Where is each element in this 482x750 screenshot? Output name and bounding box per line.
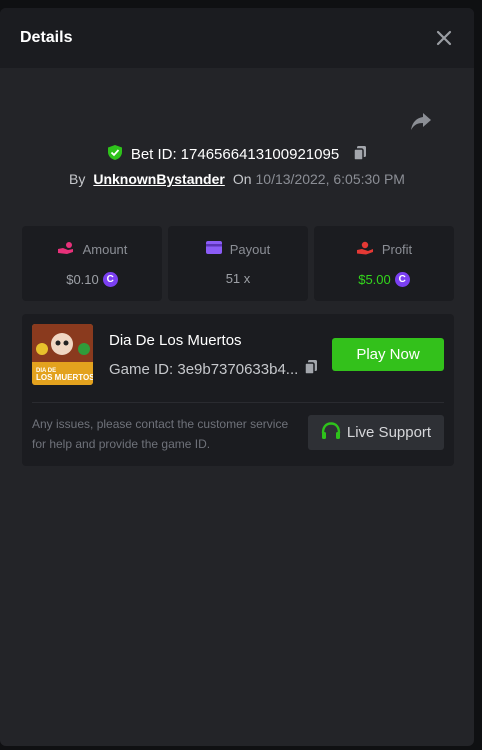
game-id: Game ID: 3e9b7370633b4... — [109, 360, 299, 378]
bet-meta-row: By UnknownBystander On 10/13/2022, 6:05:… — [0, 171, 474, 187]
modal-title: Details — [20, 29, 73, 46]
live-support-label: Live Support — [346, 424, 432, 441]
bet-date: 10/13/2022, 6:05:30 PM — [255, 171, 405, 187]
coin-icon: C — [394, 271, 410, 287]
stat-amount: Amount $0.10 C — [22, 226, 162, 301]
hand-coins-icon — [57, 241, 75, 258]
copy-icon[interactable] — [304, 359, 318, 379]
shield-check-icon — [107, 144, 123, 165]
bet-id-value: 1746566413100921095 — [180, 146, 340, 163]
stat-payout: Payout 51 x — [168, 226, 308, 301]
bet-id-row: Bet ID: 1746566413100921095 — [0, 144, 474, 165]
stats-row: Amount $0.10 C Payout 51 x Profit $5.00 … — [22, 226, 454, 301]
stat-profit: Profit $5.00 C — [314, 226, 454, 301]
on-label: On — [232, 171, 252, 187]
thumb-text-line2: LOS MUERTOS — [36, 373, 93, 382]
modal-header: Details — [0, 8, 474, 68]
close-icon[interactable] — [434, 28, 454, 48]
bet-id-label: Bet ID: — [130, 146, 177, 163]
play-now-button[interactable]: Play Now — [332, 338, 444, 371]
details-modal: Details Bet ID: 1746566413100921095 By U… — [0, 8, 474, 746]
support-hint-text: Any issues, please contact the customer … — [32, 417, 289, 451]
card-icon — [205, 241, 222, 257]
user-link[interactable]: UnknownBystander — [93, 171, 224, 187]
divider — [32, 402, 444, 403]
profit-value: $5.00 — [358, 271, 391, 287]
live-support-button[interactable]: Live Support — [308, 415, 444, 450]
share-icon[interactable] — [410, 112, 432, 132]
game-id-row: Game ID: 3e9b7370633b4... — [109, 359, 318, 379]
game-name: Dia De Los Muertos — [109, 332, 242, 349]
amount-value: $0.10 — [66, 271, 99, 287]
hand-profit-icon — [356, 241, 374, 258]
game-thumbnail[interactable]: DIA DE LOS MUERTOS — [32, 324, 93, 385]
payout-label: Payout — [229, 241, 271, 257]
coin-icon: C — [102, 271, 118, 287]
profit-label: Profit — [381, 241, 413, 257]
game-card: DIA DE LOS MUERTOS Dia De Los Muertos Ga… — [22, 314, 454, 466]
by-label: By — [69, 171, 86, 187]
payout-value: 51 x — [225, 271, 251, 286]
headset-icon — [321, 421, 341, 444]
copy-icon[interactable] — [353, 145, 367, 165]
amount-label: Amount — [82, 241, 128, 257]
